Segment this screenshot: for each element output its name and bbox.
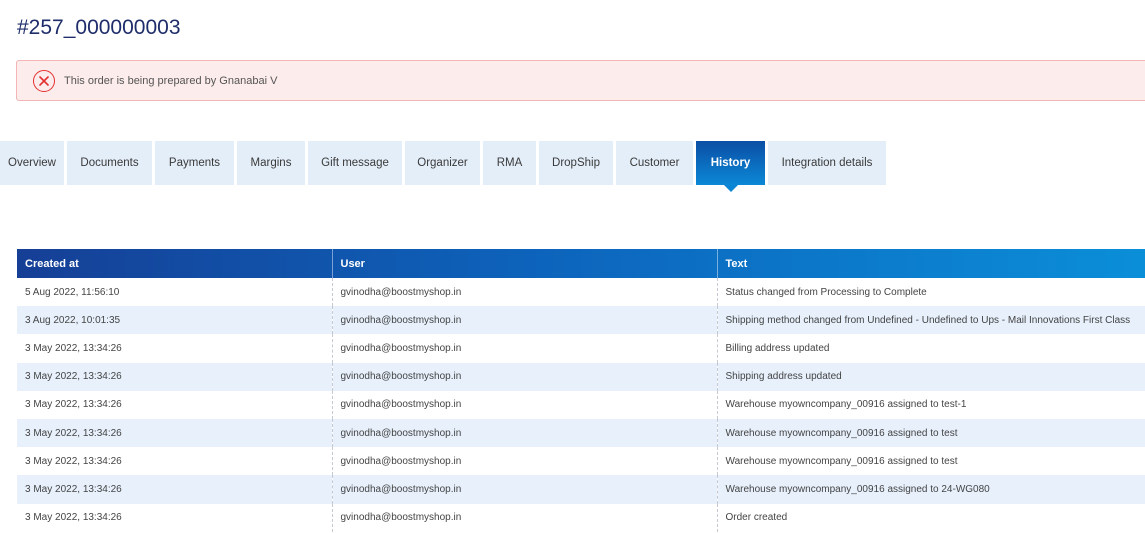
cell-user: gvinodha@boostmyshop.in [332, 278, 718, 307]
tab-label: Documents [80, 157, 139, 169]
tab-gift-message[interactable]: Gift message [308, 141, 402, 185]
cell-created-at: 5 Aug 2022, 11:56:10 [17, 278, 333, 307]
tab-label: Gift message [321, 157, 389, 169]
tab-payments[interactable]: Payments [155, 141, 234, 185]
tab-integration-details[interactable]: Integration details [768, 141, 886, 185]
tab-customer[interactable]: Customer [616, 141, 693, 185]
order-page: #257_000000003 This order is being prepa… [0, 0, 1145, 533]
cell-text: Status changed from Processing to Comple… [725, 286, 927, 298]
cell-created-at: 3 May 2022, 13:34:26 [17, 475, 333, 504]
tab-rma[interactable]: RMA [483, 141, 536, 185]
cell-user: gvinodha@boostmyshop.in [332, 447, 718, 476]
cell-text: Warehouse myowncompany_00916 assigned to… [725, 483, 990, 495]
tab-label: Customer [629, 157, 680, 169]
table-row: 3 May 2022, 13:34:26 gvinodha@boostmysho… [17, 362, 1145, 391]
cell-user: gvinodha@boostmyshop.in [332, 334, 718, 363]
column-header-text[interactable]: Text [717, 249, 1145, 278]
cell-created-at: 3 May 2022, 13:34:26 [17, 418, 333, 448]
table-row: 3 May 2022, 13:34:26 gvinodha@boostmysho… [17, 334, 1145, 363]
tab-label: DropShip [552, 157, 600, 169]
tab-label: History [710, 157, 751, 169]
close-circle-icon [33, 69, 55, 92]
tab-documents[interactable]: Documents [67, 141, 152, 185]
tab-label: RMA [496, 157, 523, 169]
order-tabs: Overview Documents Payments Margins Gift… [0, 141, 889, 192]
cell-text: Shipping address updated [725, 371, 842, 383]
tab-margins[interactable]: Margins [237, 141, 305, 185]
cell-text: Warehouse myowncompany_00916 assigned to… [725, 455, 958, 467]
cell-text: Warehouse myowncompany_00916 assigned to… [725, 427, 958, 439]
table-row: 3 May 2022, 13:34:26 gvinodha@boostmysho… [17, 475, 1145, 504]
tab-label: Integration details [781, 157, 873, 169]
cell-text: Warehouse myowncompany_00916 assigned to… [725, 399, 967, 411]
cell-text: Shipping method changed from Undefined -… [725, 314, 1131, 326]
history-table: Created at User Text 5 Aug 2022, 11:56:1… [17, 249, 1145, 532]
tab-overview[interactable]: Overview [0, 141, 64, 185]
tab-dropship[interactable]: DropShip [539, 141, 613, 185]
cell-user: gvinodha@boostmyshop.in [332, 306, 718, 335]
cell-text: Billing address updated [725, 342, 830, 354]
cell-user: gvinodha@boostmyshop.in [332, 475, 718, 504]
page-title: #257_000000003 [17, 16, 181, 39]
cell-user: gvinodha@boostmyshop.in [332, 390, 718, 419]
column-header-user[interactable]: User [332, 249, 718, 278]
cell-user: gvinodha@boostmyshop.in [332, 418, 718, 448]
column-header-created-at[interactable]: Created at [17, 249, 333, 278]
tab-history[interactable]: History [696, 141, 765, 192]
table-header-row: Created at User Text [17, 249, 1145, 278]
table-row: 3 May 2022, 13:34:26 gvinodha@boostmysho… [17, 503, 1145, 532]
cell-created-at: 3 May 2022, 13:34:26 [17, 390, 333, 419]
tab-label: Payments [168, 157, 221, 169]
table-row: 3 May 2022, 13:34:26 gvinodha@boostmysho… [17, 390, 1145, 419]
prepared-by-alert: This order is being prepared by Gnanabai… [16, 60, 1145, 101]
table-row: 3 May 2022, 13:34:26 gvinodha@boostmysho… [17, 418, 1145, 448]
tab-label: Margins [250, 157, 292, 169]
table-row: 5 Aug 2022, 11:56:10 gvinodha@boostmysho… [17, 278, 1145, 307]
cell-user: gvinodha@boostmyshop.in [332, 362, 718, 391]
cell-text: Order created [725, 512, 788, 524]
cell-created-at: 3 May 2022, 13:34:26 [17, 503, 333, 532]
cell-created-at: 3 Aug 2022, 10:01:35 [17, 306, 333, 335]
cell-created-at: 3 May 2022, 13:34:26 [17, 447, 333, 476]
tab-organizer[interactable]: Organizer [405, 141, 480, 185]
tab-label: Overview [8, 157, 56, 169]
table-row: 3 Aug 2022, 10:01:35 gvinodha@boostmysho… [17, 306, 1145, 335]
cell-created-at: 3 May 2022, 13:34:26 [17, 362, 333, 391]
tab-label: Organizer [417, 157, 468, 169]
cell-user: gvinodha@boostmyshop.in [332, 503, 718, 532]
table-row: 3 May 2022, 13:34:26 gvinodha@boostmysho… [17, 447, 1145, 476]
alert-message: This order is being prepared by Gnanabai… [64, 74, 278, 87]
cell-created-at: 3 May 2022, 13:34:26 [17, 334, 333, 363]
